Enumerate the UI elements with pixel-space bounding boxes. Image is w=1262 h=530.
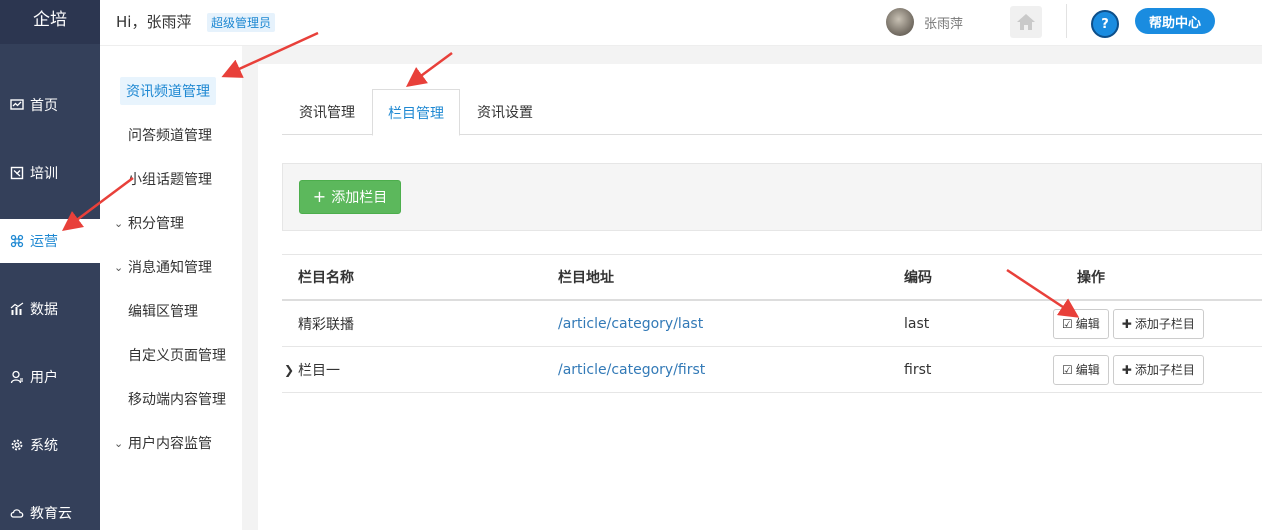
- username[interactable]: 张雨萍: [924, 13, 963, 32]
- subnav-item-qa-channel[interactable]: 问答频道管理: [100, 120, 242, 150]
- cloud-icon: [10, 506, 24, 520]
- gutter: [242, 46, 258, 530]
- nav-item-home[interactable]: 首页: [0, 83, 100, 127]
- left-nav: 企培 首页 培训 运营 数据 用户 系统 教育云: [0, 0, 100, 530]
- subnav-item-news-channel[interactable]: 资讯频道管理: [100, 76, 242, 106]
- nav-item-training[interactable]: 培训: [0, 151, 100, 195]
- nav-item-data[interactable]: 数据: [0, 287, 100, 331]
- gear-icon: [10, 438, 24, 452]
- subnav-label: 资讯频道管理: [120, 77, 216, 105]
- nav-label: 教育云: [30, 506, 72, 522]
- nav-label: 用户: [30, 370, 58, 386]
- category-name: 栏目一: [298, 362, 340, 379]
- top-bar: Hi，张雨萍 超级管理员 张雨萍 ? 帮助中心: [100, 0, 1262, 46]
- chevron-down-icon: ⌄: [114, 436, 124, 450]
- nav-label: 培训: [30, 166, 58, 182]
- edit-button[interactable]: ☑ 编辑: [1053, 354, 1109, 385]
- edit-icon: ☑: [1062, 316, 1073, 331]
- edit-label: 编辑: [1075, 317, 1100, 331]
- brand-logo[interactable]: 企培: [0, 0, 100, 44]
- tab-bar: 资讯管理 栏目管理 资讯设置: [282, 89, 1262, 136]
- add-category-label: 添加栏目: [331, 190, 388, 206]
- subnav-label: 编辑区管理: [128, 304, 198, 320]
- add-subcategory-button[interactable]: ✚ 添加子栏目: [1112, 354, 1204, 385]
- nav-label: 首页: [30, 98, 58, 114]
- subnav-label: 消息通知管理: [128, 260, 212, 276]
- tab-category-management[interactable]: 栏目管理: [372, 89, 460, 136]
- header-actions: 操作: [1077, 270, 1105, 286]
- subnav-item-points[interactable]: ⌄ 积分管理: [100, 208, 242, 238]
- subnav-item-content-monitor[interactable]: ⌄ 用户内容监管: [100, 428, 242, 458]
- subnav-item-edit-area[interactable]: 编辑区管理: [100, 296, 242, 326]
- chevron-down-icon: ⌄: [114, 216, 124, 230]
- main-content: 资讯管理 栏目管理 资讯设置 + 添加栏目 栏目名称 栏目地址 编码 操作 精彩…: [258, 46, 1262, 530]
- subnav-label: 移动端内容管理: [128, 392, 226, 408]
- subnav-item-group-topics[interactable]: 小组话题管理: [100, 164, 242, 194]
- header-code: 编码: [904, 270, 932, 286]
- sub-nav: 资讯频道管理 问答频道管理 小组话题管理 ⌄ 积分管理 ⌄ 消息通知管理 编辑区…: [100, 46, 242, 530]
- nav-label: 运营: [30, 234, 58, 250]
- edit-button[interactable]: ☑ 编辑: [1053, 308, 1109, 339]
- chevron-down-icon: ⌄: [114, 260, 124, 274]
- category-url-link[interactable]: /article/category/last: [558, 301, 703, 346]
- plus-icon: ✚: [1121, 316, 1132, 331]
- plus-icon: ✚: [1121, 362, 1132, 377]
- category-code: first: [904, 361, 932, 378]
- nav-label: 系统: [30, 438, 58, 454]
- category-name: 精彩联播: [298, 316, 354, 333]
- table-row: ❯ 栏目一 /article/category/first first ☑ 编辑…: [282, 347, 1262, 393]
- chevron-right-icon[interactable]: ❯: [284, 347, 294, 392]
- dashboard-icon: [10, 98, 24, 112]
- user-icon: [10, 370, 24, 384]
- table-row: 精彩联播 /article/category/last last ☑ 编辑 ✚ …: [282, 301, 1262, 347]
- header-url: 栏目地址: [558, 270, 614, 286]
- toolbar: + 添加栏目: [282, 163, 1262, 231]
- table-header: 栏目名称 栏目地址 编码 操作: [282, 254, 1262, 301]
- header-name: 栏目名称: [298, 270, 354, 286]
- subnav-label: 小组话题管理: [128, 172, 212, 188]
- greeting: Hi，张雨萍: [116, 13, 192, 31]
- nav-item-users[interactable]: 用户: [0, 355, 100, 399]
- add-subcategory-button[interactable]: ✚ 添加子栏目: [1112, 308, 1204, 339]
- subnav-label: 问答频道管理: [128, 128, 212, 144]
- plus-icon: +: [312, 187, 327, 206]
- tab-news-management[interactable]: 资讯管理: [282, 89, 372, 135]
- edit-icon: ☑: [1062, 362, 1073, 377]
- main-top-strip: [258, 46, 1262, 64]
- nav-label: 数据: [30, 302, 58, 318]
- subnav-item-mobile-content[interactable]: 移动端内容管理: [100, 384, 242, 414]
- question-mark-icon[interactable]: ?: [1091, 10, 1119, 38]
- role-badge: 超级管理员: [207, 13, 276, 32]
- home-icon: [1017, 14, 1035, 30]
- subnav-item-notifications[interactable]: ⌄ 消息通知管理: [100, 252, 242, 282]
- category-code: last: [904, 315, 930, 332]
- subnav-item-custom-pages[interactable]: 自定义页面管理: [100, 340, 242, 370]
- subnav-label: 用户内容监管: [128, 436, 212, 452]
- category-url-link[interactable]: /article/category/first: [558, 347, 705, 392]
- help-center-button[interactable]: 帮助中心: [1135, 8, 1215, 34]
- subnav-label: 积分管理: [128, 216, 184, 232]
- tab-news-settings[interactable]: 资讯设置: [460, 89, 550, 135]
- nav-item-operation[interactable]: 运营: [0, 219, 100, 263]
- nav-item-edu-cloud[interactable]: 教育云: [0, 491, 100, 530]
- row-actions: ☑ 编辑 ✚ 添加子栏目: [1053, 347, 1208, 392]
- home-button[interactable]: [1010, 6, 1042, 38]
- add-subcategory-label: 添加子栏目: [1134, 363, 1195, 377]
- operation-icon: [10, 234, 24, 248]
- chart-icon: [10, 302, 24, 316]
- edit-label: 编辑: [1075, 363, 1100, 377]
- subnav-label: 自定义页面管理: [128, 348, 226, 364]
- training-icon: [10, 166, 24, 180]
- category-table: 栏目名称 栏目地址 编码 操作 精彩联播 /article/category/l…: [282, 254, 1262, 393]
- add-category-button[interactable]: + 添加栏目: [299, 180, 401, 214]
- add-subcategory-label: 添加子栏目: [1134, 317, 1195, 331]
- row-actions: ☑ 编辑 ✚ 添加子栏目: [1053, 301, 1208, 346]
- avatar[interactable]: [886, 8, 914, 36]
- header-divider: [1066, 4, 1067, 38]
- nav-item-system[interactable]: 系统: [0, 423, 100, 467]
